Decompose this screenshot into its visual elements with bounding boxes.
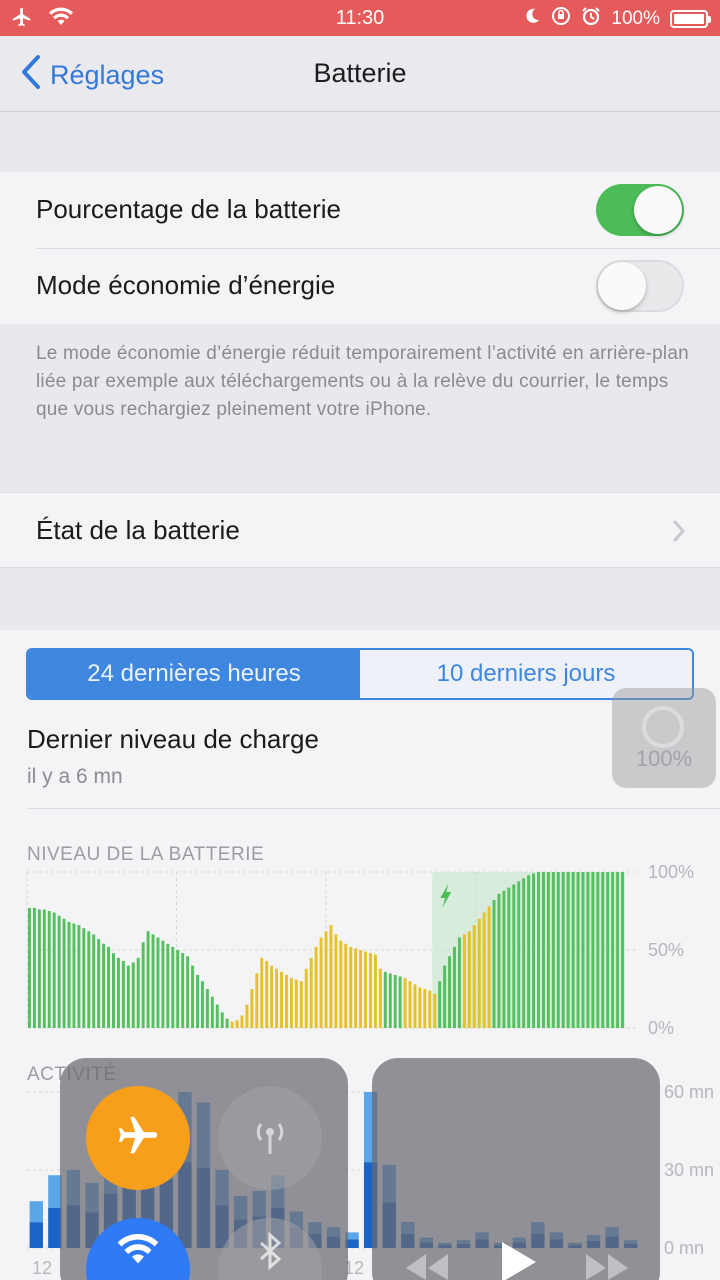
- status-right: 100%: [523, 6, 711, 32]
- low-power-label: Mode économie d’énergie: [36, 270, 336, 300]
- alarm-icon: [581, 6, 601, 32]
- hud-ring: [642, 706, 684, 748]
- y-tick-label: 0 mn: [664, 1238, 705, 1258]
- y-tick-label: 30 mn: [664, 1160, 715, 1180]
- airplane-icon: [115, 1113, 161, 1164]
- battery-icon: [670, 10, 711, 28]
- battery-percentage-toggle[interactable]: [596, 184, 684, 236]
- battery-health-row[interactable]: État de la batterie: [0, 493, 720, 569]
- antenna-icon: [248, 1114, 292, 1163]
- chevron-right-icon: [672, 519, 686, 548]
- rewind-icon[interactable]: [402, 1250, 450, 1280]
- y-tick-label: 0%: [648, 1018, 675, 1038]
- navigation-bar: Réglages Batterie: [0, 36, 720, 112]
- battery-level-title: NIVEAU DE LA BATTERIE: [27, 844, 265, 865]
- battery-percentage-label: Pourcentage de la batterie: [36, 194, 341, 224]
- y-tick-label: 100%: [648, 862, 695, 882]
- volume-hud: 100%: [612, 688, 716, 788]
- toggle-knob: [634, 186, 682, 234]
- y-tick-label: 50%: [648, 940, 685, 960]
- divider: [27, 808, 720, 809]
- airplane-mode-button[interactable]: [86, 1086, 190, 1190]
- status-bar: 11:30 100%: [0, 0, 720, 36]
- hud-value: 100%: [635, 746, 693, 771]
- cellular-data-button[interactable]: [218, 1086, 322, 1190]
- period-segmented-control: 24 dernières heures 10 derniers jours: [26, 648, 694, 700]
- toggle-group: Pourcentage de la batterie Mode économie…: [0, 172, 720, 324]
- battery-health-label: État de la batterie: [36, 515, 240, 545]
- wifi-icon: [116, 1233, 160, 1272]
- low-power-row: Mode économie d’énergie: [0, 248, 720, 324]
- low-power-description: Le mode économie d’énergie réduit tempor…: [36, 343, 689, 420]
- battery-health-group: État de la batterie: [0, 492, 720, 568]
- battery-percent: 100%: [611, 8, 660, 29]
- low-power-toggle[interactable]: [596, 260, 684, 312]
- last-charge-title: Dernier niveau de charge: [27, 724, 319, 754]
- last-charge-time: il y a 6 mn: [27, 765, 123, 788]
- lock-rotation-icon: [551, 6, 571, 32]
- tab-24h[interactable]: 24 dernières heures: [28, 650, 360, 698]
- toggle-knob: [598, 262, 646, 310]
- y-tick-label: 60 mn: [664, 1082, 715, 1102]
- page-title: Batterie: [313, 58, 407, 88]
- bluetooth-icon: [255, 1231, 285, 1276]
- x-tick-label: 12: [32, 1258, 53, 1278]
- fast-forward-icon[interactable]: [584, 1250, 632, 1280]
- battery-percentage-row: Pourcentage de la batterie: [0, 172, 720, 248]
- moon-icon: [523, 7, 541, 31]
- play-icon[interactable]: [496, 1240, 540, 1280]
